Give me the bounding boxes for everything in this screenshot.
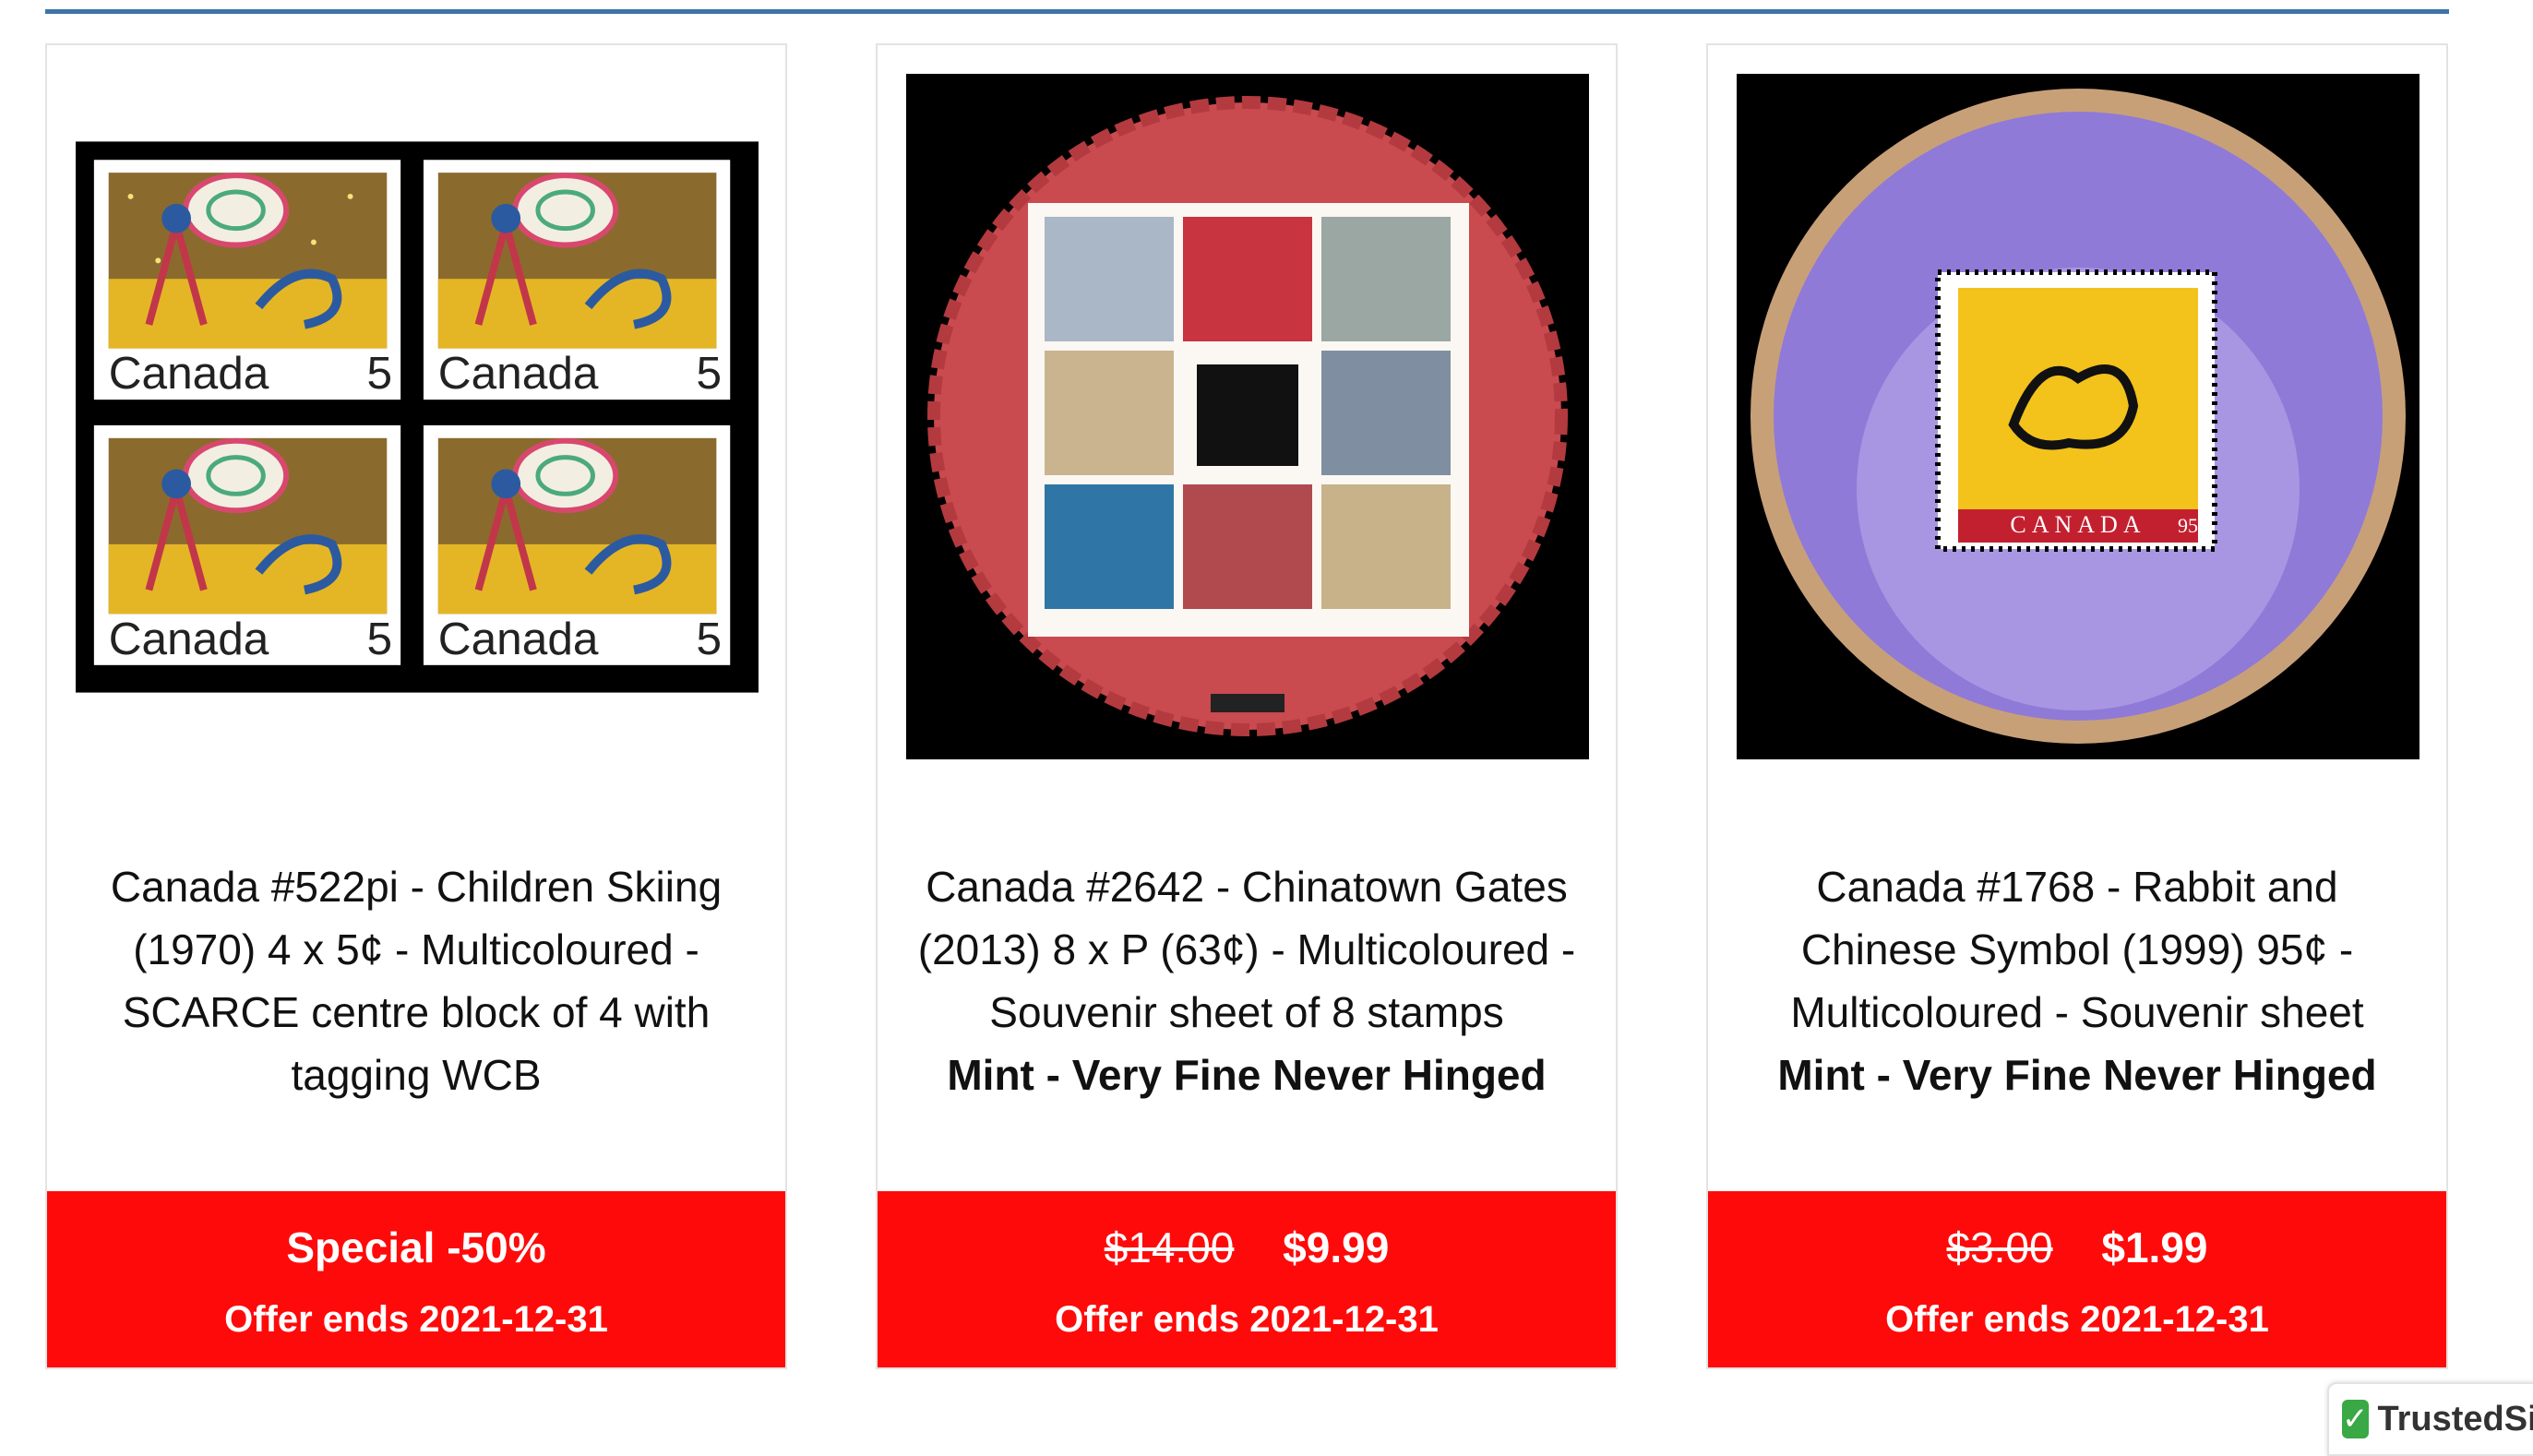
price-banner[interactable]: $3.00 $1.99 Offer ends 2021-12-31: [1708, 1191, 2446, 1367]
product-card[interactable]: Canada 5 Canada 5: [45, 43, 787, 1369]
product-title[interactable]: Canada #2642 - Chinatown Gates (2013) 8 …: [914, 855, 1579, 1106]
product-condition: Mint - Very Fine Never Hinged: [914, 1044, 1579, 1106]
original-price: $14.00: [1105, 1223, 1235, 1271]
souvenir-sheet-image: CANADA 95: [1737, 74, 2419, 759]
checkmark-icon: ✓: [2342, 1400, 2369, 1438]
offer-end-date: Offer ends 2021-12-31: [1708, 1295, 2446, 1344]
price-banner[interactable]: $14.00 $9.99 Offer ends 2021-12-31: [878, 1191, 1616, 1367]
product-card[interactable]: Canada #2642 - Chinatown Gates (2013) 8 …: [876, 43, 1618, 1369]
svg-text:Canada: Canada: [438, 612, 599, 663]
price-banner[interactable]: Special -50% Offer ends 2021-12-31: [47, 1191, 785, 1367]
sale-price: $9.99: [1283, 1223, 1389, 1271]
offer-end-date: Offer ends 2021-12-31: [47, 1295, 785, 1344]
price-line: $3.00 $1.99: [1708, 1219, 2446, 1276]
product-image[interactable]: CANADA 95: [1737, 74, 2419, 759]
product-title[interactable]: Canada #1768 - Rabbit and Chinese Symbol…: [1745, 855, 2409, 1106]
sale-price: $1.99: [2101, 1223, 2207, 1271]
stamp-block-image: Canada 5 Canada 5: [76, 139, 759, 695]
product-image[interactable]: Canada 5 Canada 5: [76, 74, 759, 759]
trustedsite-label: TrustedSite: [2378, 1400, 2533, 1439]
svg-text:5: 5: [697, 612, 723, 663]
price-line: Special -50%: [47, 1219, 785, 1276]
svg-text:CANADA: CANADA: [2010, 511, 2145, 538]
product-card[interactable]: CANADA 95 Canada #1768 - Rabbit and Chin…: [1706, 43, 2448, 1369]
special-price: Special -50%: [286, 1223, 545, 1271]
original-price: $3.00: [1946, 1223, 2052, 1271]
product-image[interactable]: [906, 74, 1589, 759]
svg-text:Canada: Canada: [109, 612, 269, 663]
svg-text:Canada: Canada: [438, 347, 599, 399]
souvenir-sheet-image: [906, 74, 1589, 759]
svg-text:95: 95: [2178, 514, 2198, 537]
product-title[interactable]: Canada #522pi - Children Skiing (1970) 4…: [84, 855, 748, 1106]
price-line: $14.00 $9.99: [878, 1219, 1616, 1276]
offer-end-date: Offer ends 2021-12-31: [878, 1295, 1616, 1344]
section-divider: [45, 9, 2449, 14]
svg-text:5: 5: [697, 347, 723, 399]
trustedsite-badge[interactable]: ✓ TrustedSite: [2327, 1382, 2533, 1456]
product-condition: Mint - Very Fine Never Hinged: [1745, 1044, 2409, 1106]
svg-text:Canada: Canada: [109, 347, 269, 399]
svg-text:5: 5: [366, 347, 392, 399]
svg-text:5: 5: [366, 612, 392, 663]
